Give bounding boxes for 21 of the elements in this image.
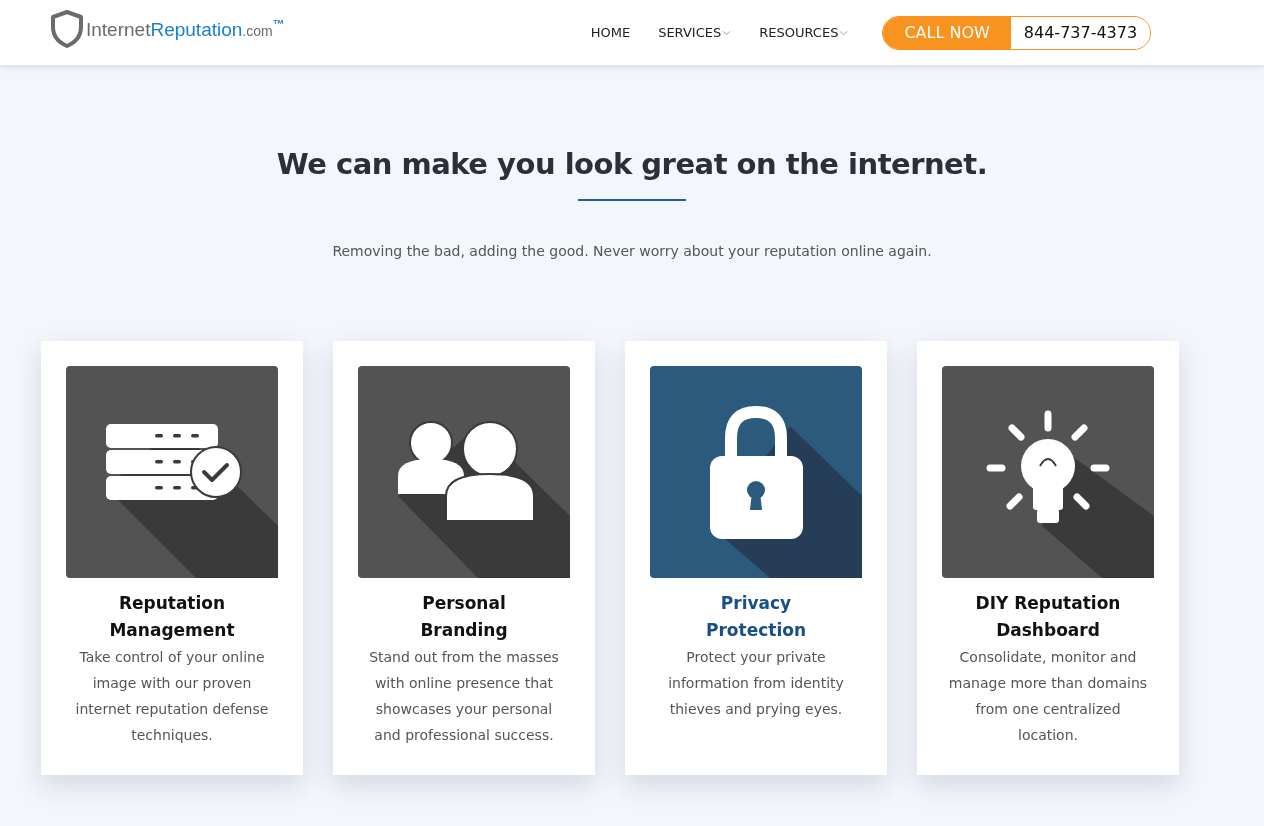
headline: We can make you look great on the internet.	[276, 147, 988, 181]
nav-link[interactable]: RESOURCES	[759, 25, 849, 40]
card-title[interactable]: Privacy Protection	[676, 590, 836, 644]
logo-text[interactable]: InternetReputation.com$^{™}$	[86, 16, 285, 41]
card-description: Consolidate, monitor and manage more than domains from one centralized location.	[948, 648, 1148, 745]
light-bulb-icon	[942, 366, 1154, 578]
nav-link[interactable]: SERVICES	[658, 25, 732, 40]
chevron-icon	[839, 29, 849, 36]
card-title[interactable]: Reputation Management	[92, 590, 252, 644]
card-title[interactable]: Personal Branding	[384, 590, 544, 644]
subheading: Removing the bad, adding the good. Never worry about your reputation online again.	[332, 243, 932, 259]
people-icon	[358, 366, 570, 578]
shield-icon	[50, 8, 84, 49]
card-description: Protect your private information from identity thieves and prying eyes.	[667, 648, 845, 719]
card-description: Stand out from the masses with online presence that showcases your personal and professional success.	[368, 648, 560, 745]
chevron-icon	[722, 29, 732, 36]
card-description: Take control of your online image with our proven internet reputation defense techniques.	[74, 648, 270, 745]
server-check-icon	[66, 366, 278, 578]
card-title[interactable]: DIY Reputation Dashboard	[968, 590, 1128, 644]
nav-link[interactable]: HOME	[590, 25, 631, 40]
padlock-icon	[650, 366, 862, 578]
